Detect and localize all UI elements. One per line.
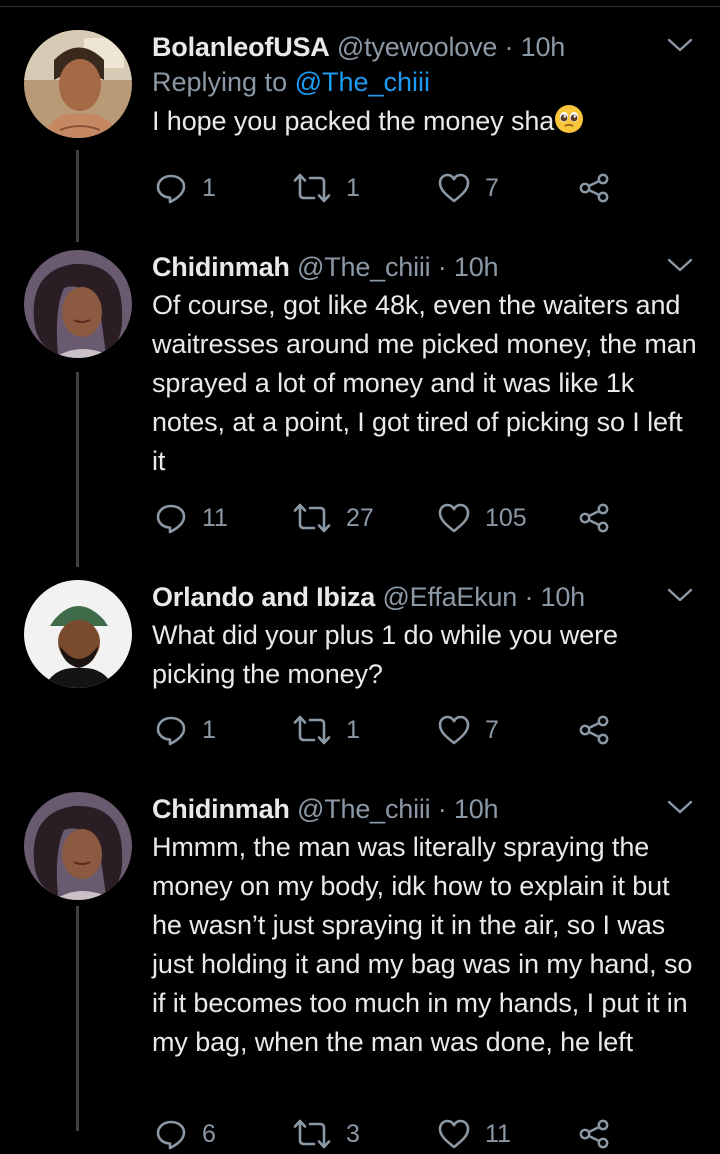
like-count: 7 [485,715,499,744]
reply-count: 1 [202,715,216,744]
retweet-button[interactable]: 1 [292,168,360,208]
tweet-actions: 6 3 11 [152,1114,632,1154]
top-divider [0,6,720,7]
timestamp: · 10h [524,582,585,612]
thread-line [76,906,79,1131]
retweet-button[interactable]: 1 [292,710,360,750]
display-name[interactable]: Chidinmah [152,252,290,282]
reply-count: 11 [202,503,228,532]
pleading-face-emoji [554,104,584,134]
timestamp: · 10h [504,32,566,62]
timestamp: · 10h [437,794,499,824]
reply-button[interactable]: 1 [154,710,216,750]
share-button[interactable] [578,168,610,208]
display-name[interactable]: Chidinmah [152,794,290,824]
tweet-actions: 1 1 7 [152,168,632,208]
timestamp: · 10h [437,252,499,282]
replying-to-label: Replying to [152,67,295,97]
share-icon [578,714,610,746]
retweet-button[interactable]: 27 [292,498,374,538]
share-button[interactable] [578,710,610,750]
avatar[interactable] [24,580,132,688]
thread-line [76,150,79,242]
retweet-icon [292,1117,332,1151]
thread-line [76,372,79,567]
like-icon [437,172,471,204]
reply-button[interactable]: 11 [154,498,228,538]
display-name[interactable]: Orlando and Ibiza [152,582,375,612]
tweet-text-content: I hope you packed the money sha [152,106,555,136]
like-icon [437,502,471,534]
reply-button[interactable]: 1 [154,168,216,208]
retweet-icon [292,501,332,535]
handle[interactable]: @The_chiii [297,252,431,282]
reply-icon [154,501,188,535]
like-icon [437,1118,471,1150]
reply-count: 6 [202,1119,216,1148]
tweet-actions: 11 27 105 [152,498,632,538]
mention-link[interactable]: @The_chiii [295,67,430,97]
avatar[interactable] [24,250,132,358]
chevron-down-icon[interactable] [666,798,694,816]
like-count: 105 [485,503,527,532]
handle[interactable]: @tyewoolove [337,32,497,62]
tweet-text: What did your plus 1 do while you were p… [152,620,618,689]
retweet-icon [292,713,332,747]
reply-icon [154,1117,188,1151]
like-count: 11 [485,1119,511,1148]
avatar[interactable] [24,30,132,138]
like-count: 7 [485,173,499,202]
retweet-icon [292,171,332,205]
replying-to: Replying to @The_chiii [152,64,700,100]
share-icon [578,172,610,204]
tweet-text: Hmmm, the man was literally spraying the… [152,832,693,1057]
retweet-count: 3 [346,1119,360,1148]
chevron-down-icon[interactable] [666,36,694,54]
avatar[interactable] [24,792,132,900]
tweet-actions: 1 1 7 [152,710,632,750]
handle[interactable]: @The_chiii [297,794,431,824]
tweet-text: I hope you packed the money sha [152,102,700,141]
like-button[interactable]: 7 [437,168,499,208]
like-button[interactable]: 11 [437,1114,511,1154]
share-icon [578,502,610,534]
chevron-down-icon[interactable] [666,256,694,274]
retweet-count: 1 [346,715,360,744]
tweet-text: Of course, got like 48k, even the waiter… [152,290,697,476]
chevron-down-icon[interactable] [666,586,694,604]
share-icon [578,1118,610,1150]
like-icon [437,714,471,746]
share-button[interactable] [578,498,610,538]
handle[interactable]: @EffaEkun [382,582,517,612]
reply-icon [154,171,188,205]
like-button[interactable]: 7 [437,710,499,750]
share-button[interactable] [578,1114,610,1154]
retweet-button[interactable]: 3 [292,1114,360,1154]
reply-button[interactable]: 6 [154,1114,216,1154]
reply-count: 1 [202,173,216,202]
retweet-count: 27 [346,503,374,532]
retweet-count: 1 [346,173,360,202]
like-button[interactable]: 105 [437,498,527,538]
reply-icon [154,713,188,747]
display-name[interactable]: BolanleofUSA [152,32,330,62]
